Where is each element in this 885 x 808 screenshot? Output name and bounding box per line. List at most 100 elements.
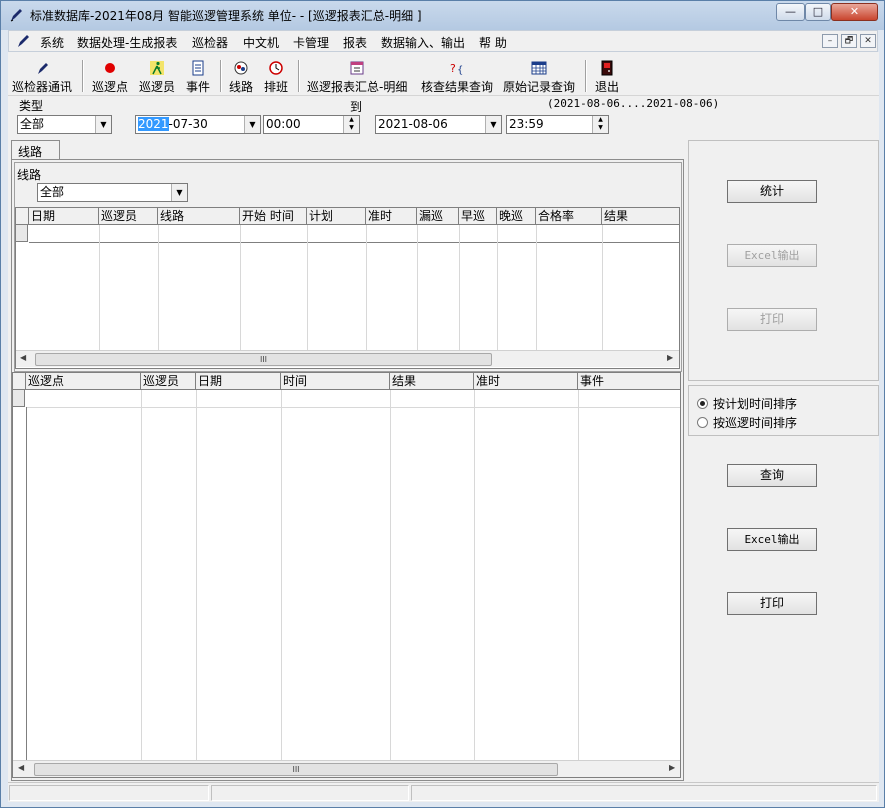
menu-reports[interactable]: 报表 [343,34,367,51]
close-button[interactable]: ✕ [831,3,878,21]
grid-line [390,390,391,760]
col-result[interactable]: 结果 [602,208,679,225]
sort-by-patrol-radio[interactable]: 按巡逻时间排序 [697,414,797,431]
grid-line [196,390,197,760]
status-pane-2 [211,785,409,801]
end-time-spinner[interactable]: 23:59 ▲ ▼ [506,115,609,134]
col-patroller[interactable]: 巡逻员 [99,208,158,225]
clock-icon [269,61,283,75]
toolbar-separator [298,60,300,92]
col-missed[interactable]: 漏巡 [417,208,459,225]
raw-record-query-button[interactable]: 原始记录查询 [503,60,575,95]
row-selector[interactable] [13,390,25,407]
start-time-spinner[interactable]: 00:00 ▲ ▼ [263,115,360,134]
red-dot-icon [105,63,115,73]
maximize-button[interactable]: □ [805,3,831,21]
route-dropdown[interactable]: 全部 ▼ [37,183,188,202]
detail-grid-header: 巡逻点 巡逻员 日期 时间 结果 准时 事件 [13,373,680,390]
col-time[interactable]: 时间 [281,373,390,390]
route-label: 线路 [17,168,42,182]
sort-by-plan-radio[interactable]: 按计划时间排序 [697,395,797,412]
scroll-left-icon[interactable]: ◀ [18,763,24,772]
toolbar-separator [220,60,222,92]
mdi-minimize-button[interactable]: – [822,34,838,48]
col-early[interactable]: 早巡 [459,208,497,225]
title-bar: 标准数据库-2021年08月 智能巡逻管理系统 单位- - [巡逻报表汇总-明细… [1,1,884,30]
menu-card-management[interactable]: 卡管理 [293,34,329,51]
print-button-disabled[interactable]: 打印 [727,308,817,331]
col-pass-rate[interactable]: 合格率 [536,208,602,225]
grid-line [366,225,367,350]
grid-line [459,225,460,350]
spin-buttons[interactable]: ▲ ▼ [592,116,608,133]
summary-grid[interactable]: 日期 巡逻员 线路 开始 时间 计划 准时 漏巡 早巡 晚巡 合格率 结果 ◀ … [15,207,680,369]
mdi-restore-button[interactable]: 🗗 [841,34,857,48]
report-summary-button[interactable]: 巡逻报表汇总-明细 [307,60,407,95]
schedule-button[interactable]: 排班 [264,60,288,95]
grid-line [417,225,418,350]
scroll-right-icon[interactable]: ▶ [669,763,675,772]
inspector-comm-button[interactable]: 巡检器通讯 [12,60,72,95]
type-dropdown[interactable]: 全部 ▼ [17,115,112,134]
radio-checked-icon [697,398,708,409]
event-button[interactable]: 事件 [186,60,210,95]
exit-button[interactable]: 退出 [595,60,619,95]
scroll-right-icon[interactable]: ▶ [667,353,673,362]
spin-up-icon: ▲ [349,116,354,123]
menu-data-processing[interactable]: 数据处理-生成报表 [77,34,177,51]
spin-down-icon: ▼ [349,124,354,131]
detail-grid[interactable]: 巡逻点 巡逻员 日期 时间 结果 准时 事件 ◀ III ▶ [12,372,681,778]
tab-route[interactable]: 线路 [11,140,60,160]
col-date[interactable]: 日期 [29,208,99,225]
patrol-point-button[interactable]: 巡逻点 [92,60,128,95]
col-late[interactable]: 晚巡 [497,208,536,225]
mdi-close-button[interactable]: ✕ [860,34,876,48]
detail-grid-hscroll[interactable]: ◀ III ▶ [13,760,680,777]
scroll-thumb[interactable]: III [34,763,558,776]
excel-export-button[interactable]: Excel输出 [727,528,817,551]
to-label: 到 [350,100,363,114]
route-icon [234,61,248,75]
summary-grid-hscroll[interactable]: ◀ III ▶ [16,350,679,367]
col-plan[interactable]: 计划 [307,208,366,225]
spin-buttons[interactable]: ▲ ▼ [343,116,359,133]
start-date-picker[interactable]: 2021-07-30 ▼ [135,115,261,134]
minimize-button[interactable]: — [776,3,805,21]
patroller-button[interactable]: 巡逻员 [139,60,175,95]
status-pane-3 [411,785,877,801]
menu-inspector[interactable]: 巡检器 [192,34,228,51]
menu-help[interactable]: 帮 助 [479,34,507,51]
menu-chinese-machine[interactable]: 中文机 [243,34,279,51]
col-route[interactable]: 线路 [158,208,240,225]
menu-system[interactable]: 系统 [40,34,64,51]
row-selector-header [16,208,29,225]
query-icon: ?{ [450,62,463,76]
svg-text:{: { [457,65,463,76]
row-selector[interactable] [16,225,28,242]
col-on-time[interactable]: 准时 [366,208,417,225]
check-result-query-button[interactable]: ?{ 核查结果查询 [421,60,493,95]
route-button[interactable]: 线路 [229,60,253,95]
toolbar-separator [82,60,84,92]
col-date[interactable]: 日期 [196,373,281,390]
end-date-picker[interactable]: 2021-08-06 ▼ [375,115,502,134]
pen-icon [10,9,22,22]
table-grid-icon [531,61,547,75]
col-on-time[interactable]: 准时 [474,373,578,390]
grid-line [497,225,498,350]
col-result[interactable]: 结果 [390,373,474,390]
grid-line [602,225,603,350]
col-start-time[interactable]: 开始 时间 [240,208,307,225]
col-event[interactable]: 事件 [578,373,680,390]
query-button[interactable]: 查询 [727,464,817,487]
scroll-thumb[interactable]: III [35,353,492,366]
menu-data-io[interactable]: 数据输入、输出 [381,34,465,51]
scroll-left-icon[interactable]: ◀ [20,353,26,362]
excel-export-button-disabled[interactable]: Excel输出 [727,244,817,267]
notepad-icon [192,60,204,76]
print-button[interactable]: 打印 [727,592,817,615]
grid-line [281,390,282,760]
col-patroller[interactable]: 巡逻员 [141,373,196,390]
col-patrol-point[interactable]: 巡逻点 [26,373,141,390]
stats-button[interactable]: 统计 [727,180,817,203]
